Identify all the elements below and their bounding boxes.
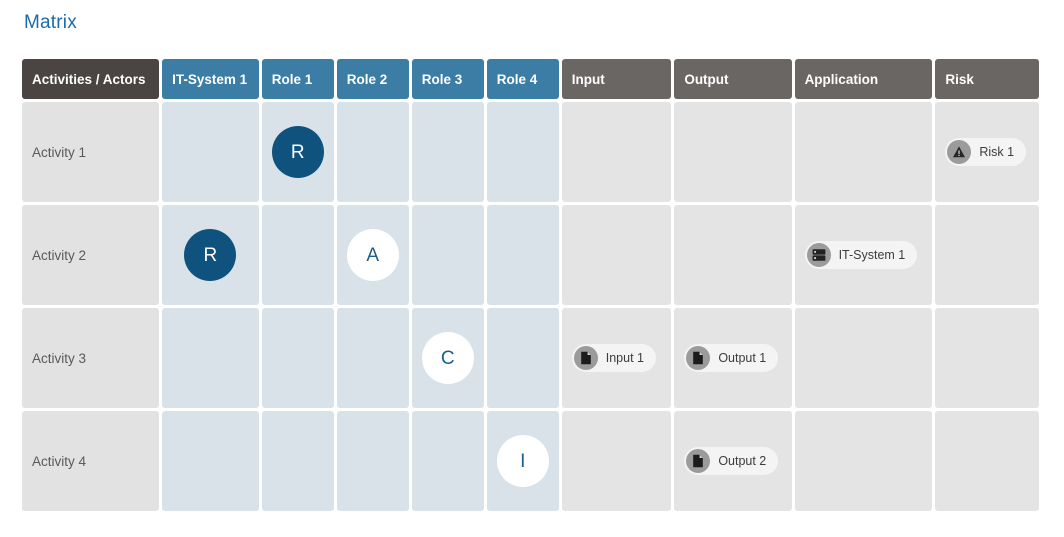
badge-label: Output 1: [718, 351, 767, 365]
column-header-role4[interactable]: Role 4: [486, 59, 559, 99]
column-header-role3[interactable]: Role 3: [411, 59, 484, 99]
raci-cell-itsystem1[interactable]: [162, 102, 259, 202]
raci-cell-role4[interactable]: [486, 308, 559, 408]
raci-cell-role4[interactable]: [486, 102, 559, 202]
activity-label-cell[interactable]: Activity 4: [22, 411, 160, 511]
badge-output[interactable]: Output 2: [684, 447, 779, 475]
raci-cell-role4[interactable]: [486, 205, 559, 305]
meta-cell-output[interactable]: Output 1: [674, 308, 792, 408]
raci-marker-R[interactable]: R: [184, 229, 237, 281]
meta-cell-input[interactable]: Input 1: [561, 308, 672, 408]
raci-cell-role3[interactable]: [411, 411, 484, 511]
activity-label-cell[interactable]: Activity 3: [22, 308, 160, 408]
raci-cell-role2[interactable]: [336, 308, 409, 408]
meta-cell-input[interactable]: [561, 102, 672, 202]
column-header-risk[interactable]: Risk: [935, 59, 1039, 99]
matrix-header: Activities / Actors IT-System 1 Role 1 Role…: [22, 59, 1039, 99]
matrix-page: Matrix Activities / Actors IT-System 1 Rol…: [0, 0, 1064, 514]
raci-cell-role2[interactable]: A: [336, 205, 409, 305]
meta-cell-risk[interactable]: Risk 1: [935, 102, 1039, 202]
meta-cell-risk[interactable]: [935, 205, 1039, 305]
table-row: Activity 4 I Output 2: [22, 411, 1039, 511]
document-icon: [686, 449, 711, 473]
badge-label: Input 1: [605, 351, 644, 365]
raci-cell-itsystem1[interactable]: [162, 308, 259, 408]
raci-cell-role3[interactable]: C: [411, 308, 484, 408]
column-header-input[interactable]: Input: [561, 59, 672, 99]
meta-cell-application[interactable]: [794, 308, 933, 408]
raci-cell-role1[interactable]: [261, 308, 334, 408]
meta-cell-risk[interactable]: [935, 308, 1039, 408]
raci-cell-itsystem1[interactable]: R: [162, 205, 259, 305]
raci-cell-role1[interactable]: [261, 205, 334, 305]
document-icon: [573, 346, 598, 370]
matrix-body: Activity 1 R Risk 1 Activity 2 R A IT-System 1…: [22, 102, 1039, 511]
column-header-activity[interactable]: Activities / Actors: [22, 59, 160, 99]
raci-matrix-table: Activities / Actors IT-System 1 Role 1 Role…: [19, 56, 1042, 514]
badge-input[interactable]: Input 1: [571, 344, 656, 372]
meta-cell-output[interactable]: [674, 102, 792, 202]
header-row: Activities / Actors IT-System 1 Role 1 Role…: [22, 59, 1039, 99]
meta-cell-application[interactable]: IT-System 1: [794, 205, 933, 305]
badge-label: Output 2: [718, 454, 767, 468]
raci-marker-R[interactable]: R: [271, 126, 324, 178]
badge-risk[interactable]: Risk 1: [945, 138, 1027, 166]
column-header-role2[interactable]: Role 2: [336, 59, 409, 99]
meta-cell-output[interactable]: Output 2: [674, 411, 792, 511]
raci-cell-itsystem1[interactable]: [162, 411, 259, 511]
badge-output[interactable]: Output 1: [684, 344, 779, 372]
activity-label-cell[interactable]: Activity 2: [22, 205, 160, 305]
raci-marker-A[interactable]: A: [346, 229, 399, 281]
meta-cell-input[interactable]: [561, 411, 672, 511]
meta-cell-output[interactable]: [674, 205, 792, 305]
meta-cell-application[interactable]: [794, 102, 933, 202]
meta-cell-application[interactable]: [794, 411, 933, 511]
column-header-application[interactable]: Application: [794, 59, 933, 99]
meta-cell-input[interactable]: [561, 205, 672, 305]
raci-cell-role3[interactable]: [411, 205, 484, 305]
meta-cell-risk[interactable]: [935, 411, 1039, 511]
raci-cell-role1[interactable]: R: [261, 102, 334, 202]
activity-label-cell[interactable]: Activity 1: [22, 102, 160, 202]
column-header-role1[interactable]: Role 1: [261, 59, 334, 99]
raci-cell-role4[interactable]: I: [486, 411, 559, 511]
table-row: Activity 2 R A IT-System 1: [22, 205, 1039, 305]
document-icon: [686, 346, 711, 370]
badge-label: Risk 1: [979, 145, 1015, 159]
badge-label: IT-System 1: [838, 248, 906, 262]
server-icon: [806, 243, 831, 267]
warning-triangle-icon: [947, 140, 972, 164]
raci-marker-C[interactable]: C: [421, 332, 474, 384]
badge-application[interactable]: IT-System 1: [804, 241, 918, 269]
table-row: Activity 1 R Risk 1: [22, 102, 1039, 202]
page-title: Matrix: [24, 12, 77, 33]
column-header-output[interactable]: Output: [674, 59, 792, 99]
raci-cell-role2[interactable]: [336, 102, 409, 202]
raci-cell-role2[interactable]: [336, 411, 409, 511]
table-row: Activity 3 C Input 1 Output 1: [22, 308, 1039, 408]
raci-cell-role1[interactable]: [261, 411, 334, 511]
raci-marker-I[interactable]: I: [496, 435, 549, 487]
raci-cell-role3[interactable]: [411, 102, 484, 202]
column-header-itsystem1[interactable]: IT-System 1: [162, 59, 259, 99]
